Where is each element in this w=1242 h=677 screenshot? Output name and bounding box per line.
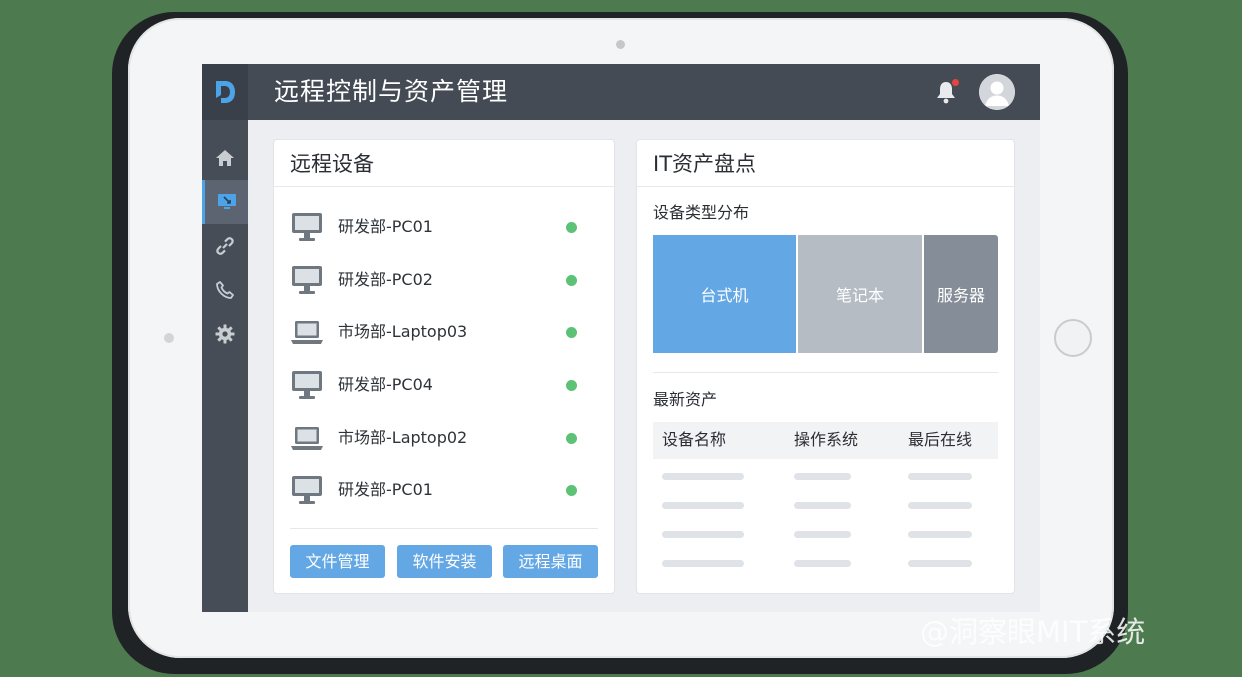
software-install-button[interactable]: 软件安装 — [397, 545, 492, 578]
skeleton-cell — [662, 473, 744, 480]
device-row[interactable]: 研发部-PC01 — [290, 207, 600, 247]
desktop-icon — [292, 371, 322, 399]
card-divider — [637, 186, 1014, 187]
tablet-home-button[interactable] — [1054, 319, 1092, 357]
column-header-last-online[interactable]: 最后在线 — [908, 430, 972, 450]
device-name: 研发部-PC04 — [338, 375, 433, 394]
sidebar-item-link[interactable] — [202, 224, 248, 268]
device-row[interactable]: 市场部-Laptop03 — [290, 312, 600, 352]
gear-icon — [215, 324, 235, 344]
watermark: @洞察眼MIT系统 — [920, 615, 1146, 649]
remote-devices-title: 远程设备 — [290, 152, 374, 176]
device-name: 研发部-PC01 — [338, 480, 433, 499]
app-header: 远程控制与资产管理 — [202, 64, 1040, 120]
device-name: 市场部-Laptop02 — [338, 428, 468, 447]
skeleton-cell — [794, 502, 851, 509]
brand-logo-icon[interactable] — [202, 64, 248, 120]
laptop-icon — [291, 321, 323, 344]
tablet-side-dot — [164, 333, 174, 343]
skeleton-cell — [908, 473, 972, 480]
monitor-remote-icon — [217, 194, 236, 209]
laptop-icon — [291, 427, 323, 450]
treemap-label: 笔记本 — [835, 286, 884, 305]
desktop-icon — [292, 213, 322, 241]
skeleton-cell — [662, 531, 744, 538]
distribution-title: 设备类型分布 — [653, 203, 750, 222]
sidebar — [202, 120, 248, 612]
device-name: 研发部-PC02 — [338, 270, 433, 289]
treemap-laptop[interactable]: 笔记本 — [798, 235, 922, 353]
device-row[interactable]: 市场部-Laptop02 — [290, 418, 600, 458]
device-row[interactable]: 研发部-PC02 — [290, 260, 600, 300]
skeleton-cell — [908, 502, 972, 509]
sidebar-item-remote[interactable] — [202, 180, 248, 224]
it-assets-title: IT资产盘点 — [653, 152, 757, 176]
device-name: 研发部-PC01 — [338, 217, 433, 236]
card-divider — [274, 186, 614, 187]
column-header-device-name[interactable]: 设备名称 — [662, 430, 726, 450]
status-online-indicator — [566, 327, 577, 338]
status-online-indicator — [566, 222, 577, 233]
section-divider — [653, 372, 998, 373]
desktop-icon — [292, 476, 322, 504]
actions-divider — [290, 528, 598, 529]
app-title: 远程控制与资产管理 — [274, 77, 509, 106]
treemap-server[interactable]: 服务器 — [924, 235, 998, 353]
it-assets-card: IT资产盘点 设备类型分布 台式机 笔记本 服务器 最新资产 设备名称 操作系统… — [636, 139, 1015, 594]
treemap-label: 服务器 — [936, 286, 985, 305]
skeleton-cell — [662, 502, 744, 509]
skeleton-cell — [908, 531, 972, 538]
status-online-indicator — [566, 275, 577, 286]
status-online-indicator — [566, 380, 577, 391]
treemap-label: 台式机 — [700, 286, 749, 305]
skeleton-cell — [794, 531, 851, 538]
tablet-camera — [616, 40, 625, 49]
device-name: 市场部-Laptop03 — [338, 322, 468, 341]
skeleton-cell — [662, 560, 744, 567]
status-online-indicator — [566, 485, 577, 496]
remote-devices-card: 远程设备 研发部-PC01 研发部-PC02 市场部-Laptop03 研发部-… — [273, 139, 615, 594]
phone-icon — [216, 281, 234, 299]
app-screen: 远程控制与资产管理 远程设备 研发部-PC01 研发部-PC02 市场部-Lap… — [202, 64, 1040, 612]
user-avatar-icon[interactable] — [979, 74, 1015, 110]
sidebar-item-settings[interactable] — [202, 312, 248, 356]
status-online-indicator — [566, 433, 577, 444]
column-header-os[interactable]: 操作系统 — [794, 430, 858, 450]
file-manager-button[interactable]: 文件管理 — [290, 545, 385, 578]
skeleton-cell — [794, 560, 851, 567]
latest-assets-title: 最新资产 — [653, 390, 718, 409]
sidebar-item-home[interactable] — [202, 136, 248, 180]
device-row[interactable]: 研发部-PC04 — [290, 365, 600, 405]
skeleton-cell — [908, 560, 972, 567]
assets-table-header: 设备名称 操作系统 最后在线 — [653, 422, 998, 459]
device-row[interactable]: 研发部-PC01 — [290, 470, 600, 510]
notification-badge — [952, 79, 959, 86]
skeleton-cell — [794, 473, 851, 480]
desktop-icon — [292, 266, 322, 294]
link-icon — [216, 237, 234, 255]
sidebar-item-phone[interactable] — [202, 268, 248, 312]
treemap-desktop[interactable]: 台式机 — [653, 235, 796, 353]
home-icon — [216, 150, 234, 166]
remote-desktop-button[interactable]: 远程桌面 — [503, 545, 598, 578]
